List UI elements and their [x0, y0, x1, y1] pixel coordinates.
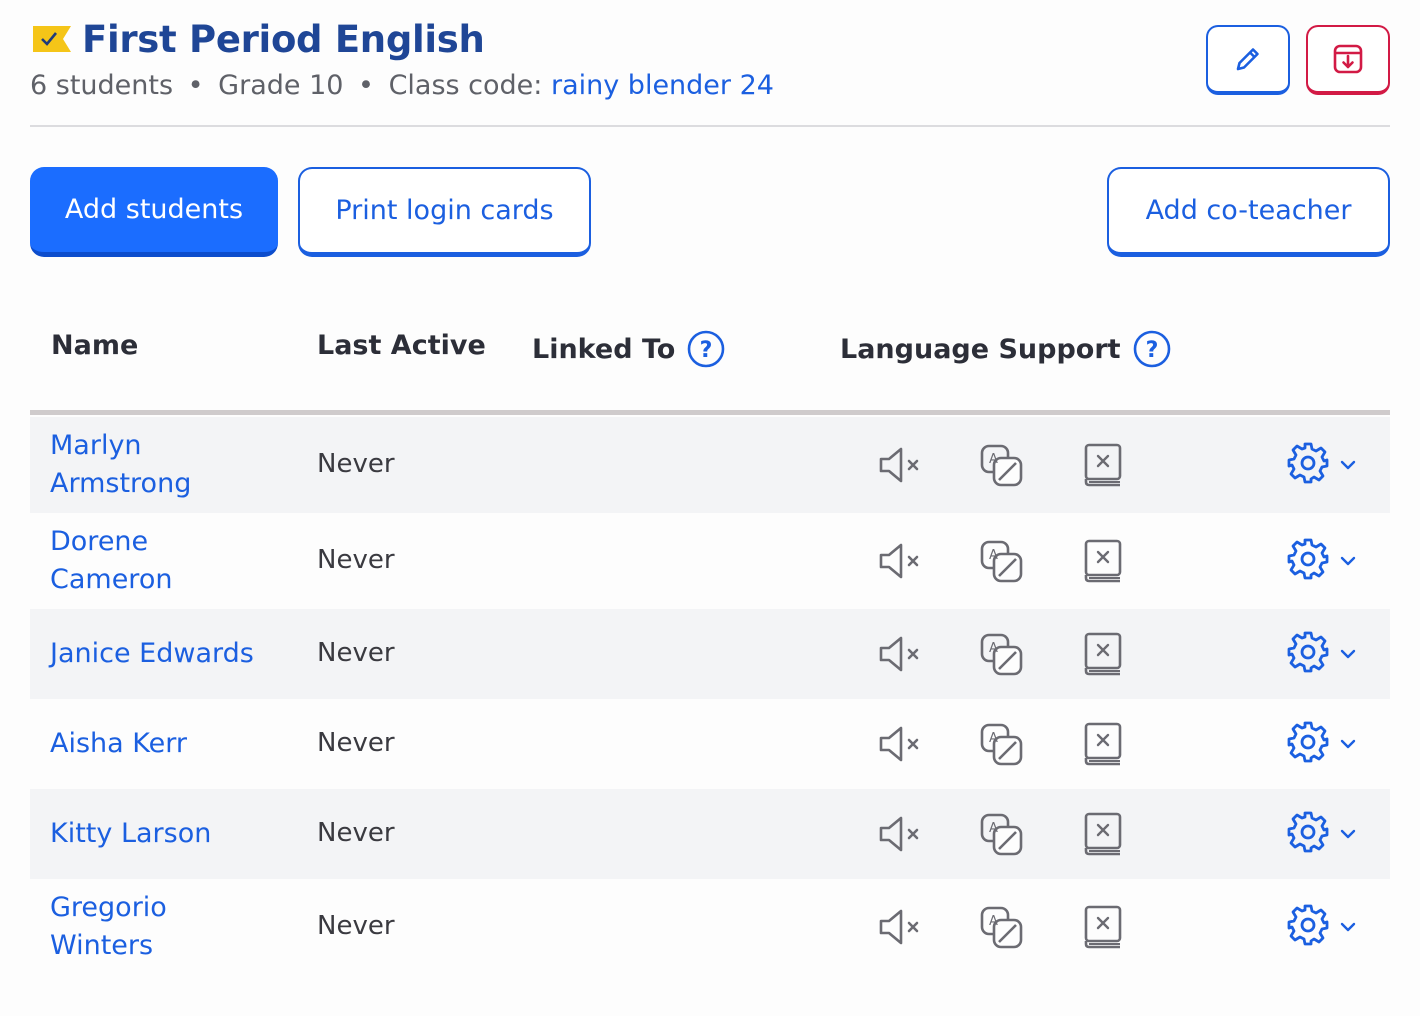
student-first-name: Aisha Kerr	[50, 728, 187, 759]
gear-icon	[1286, 810, 1330, 858]
svg-text:?: ?	[1145, 338, 1158, 363]
speaker-muted-icon[interactable]	[876, 902, 926, 952]
gear-icon	[1286, 441, 1330, 489]
student-name-link[interactable]: Marlyn Armstrong	[50, 427, 280, 503]
translation-icon[interactable]: A	[976, 719, 1026, 769]
student-name-link[interactable]: Janice Edwards	[50, 635, 280, 673]
class-flag-icon	[33, 26, 71, 52]
table-row: Marlyn Armstrong Never A	[30, 417, 1390, 513]
dictionary-off-icon[interactable]	[1077, 809, 1127, 859]
student-name-link[interactable]: Gregorio Winters	[50, 889, 280, 965]
svg-text:A: A	[989, 548, 998, 563]
chevron-down-icon	[1340, 922, 1356, 932]
student-settings-dropdown[interactable]	[1286, 809, 1366, 859]
student-first-name: Dorene	[50, 526, 149, 557]
speaker-muted-icon[interactable]	[876, 719, 926, 769]
separator: •	[358, 70, 374, 101]
student-name-link[interactable]: Dorene Cameron	[50, 523, 280, 599]
column-header-language-support: Language Support ?	[840, 330, 1171, 368]
chevron-down-icon	[1340, 649, 1356, 659]
student-name-link[interactable]: Kitty Larson	[50, 815, 280, 853]
speaker-muted-icon[interactable]	[876, 440, 926, 490]
class-code-value[interactable]: rainy blender 24	[551, 70, 774, 101]
dictionary-off-icon[interactable]	[1077, 719, 1127, 769]
svg-text:A: A	[989, 452, 998, 467]
print-login-cards-button[interactable]: Print login cards	[298, 167, 591, 257]
class-code-label: Class code:	[388, 70, 543, 101]
gear-icon	[1286, 630, 1330, 678]
column-header-name: Name	[51, 330, 139, 361]
last-active-value: Never	[317, 728, 395, 758]
svg-text:?: ?	[700, 338, 713, 363]
translation-icon[interactable]: A	[976, 809, 1026, 859]
table-row: Janice Edwards Never A	[30, 609, 1390, 699]
svg-text:A: A	[989, 914, 998, 929]
class-header: First Period English 6 students • Grade …	[30, 18, 1390, 126]
class-title: First Period English	[82, 18, 485, 61]
speaker-muted-icon[interactable]	[876, 809, 926, 859]
student-first-name: Marlyn	[50, 430, 142, 461]
table-row: Gregorio Winters Never A	[30, 879, 1390, 975]
edit-class-button[interactable]	[1206, 25, 1290, 95]
header-divider	[30, 125, 1390, 127]
student-last-name: Armstrong	[50, 468, 192, 499]
translation-icon[interactable]: A	[976, 629, 1026, 679]
student-settings-dropdown[interactable]	[1286, 440, 1366, 490]
help-circle-icon[interactable]: ?	[1133, 330, 1171, 368]
column-header-last-active: Last Active	[317, 330, 486, 361]
dictionary-off-icon[interactable]	[1077, 440, 1127, 490]
add-students-button[interactable]: Add students	[30, 167, 278, 257]
speaker-muted-icon[interactable]	[876, 536, 926, 586]
last-active-value: Never	[317, 545, 395, 575]
gear-icon	[1286, 720, 1330, 768]
last-active-value: Never	[317, 911, 395, 941]
add-co-teacher-button[interactable]: Add co-teacher	[1107, 167, 1390, 257]
svg-text:A: A	[989, 641, 998, 656]
archive-class-button[interactable]	[1306, 25, 1390, 95]
translation-icon[interactable]: A	[976, 440, 1026, 490]
chevron-down-icon	[1340, 739, 1356, 749]
student-name-link[interactable]: Aisha Kerr	[50, 725, 280, 763]
student-count: 6 students	[30, 70, 174, 101]
table-row: Dorene Cameron Never A	[30, 513, 1390, 609]
dictionary-off-icon[interactable]	[1077, 902, 1127, 952]
translation-icon[interactable]: A	[976, 902, 1026, 952]
student-settings-dropdown[interactable]	[1286, 902, 1366, 952]
svg-text:A: A	[989, 821, 998, 836]
help-circle-icon[interactable]: ?	[687, 330, 725, 368]
separator: •	[187, 70, 204, 101]
svg-text:A: A	[989, 731, 998, 746]
gear-icon	[1286, 537, 1330, 585]
last-active-value: Never	[317, 449, 395, 479]
dictionary-off-icon[interactable]	[1077, 536, 1127, 586]
speaker-muted-icon[interactable]	[876, 629, 926, 679]
last-active-value: Never	[317, 818, 395, 848]
translation-icon[interactable]: A	[976, 536, 1026, 586]
grade-label: Grade 10	[218, 70, 344, 101]
student-last-name: Winters	[50, 930, 154, 961]
student-settings-dropdown[interactable]	[1286, 629, 1366, 679]
student-first-name: Kitty Larson	[50, 818, 212, 849]
dictionary-off-icon[interactable]	[1077, 629, 1127, 679]
last-active-value: Never	[317, 638, 395, 668]
student-first-name: Janice Edwards	[50, 638, 254, 669]
chevron-down-icon	[1340, 460, 1356, 470]
pencil-icon	[1236, 48, 1259, 71]
student-last-name: Cameron	[50, 564, 173, 595]
class-meta: 6 students • Grade 10 • Class code: rain…	[30, 70, 774, 101]
table-row: Aisha Kerr Never A	[30, 699, 1390, 789]
column-header-linked-to: Linked To ?	[532, 330, 725, 368]
gear-icon	[1286, 903, 1330, 951]
archive-icon	[1333, 44, 1363, 74]
table-row: Kitty Larson Never A	[30, 789, 1390, 879]
chevron-down-icon	[1340, 829, 1356, 839]
student-settings-dropdown[interactable]	[1286, 536, 1366, 586]
table-header-divider	[30, 410, 1390, 415]
student-first-name: Gregorio	[50, 892, 167, 923]
student-settings-dropdown[interactable]	[1286, 719, 1366, 769]
chevron-down-icon	[1340, 556, 1356, 566]
